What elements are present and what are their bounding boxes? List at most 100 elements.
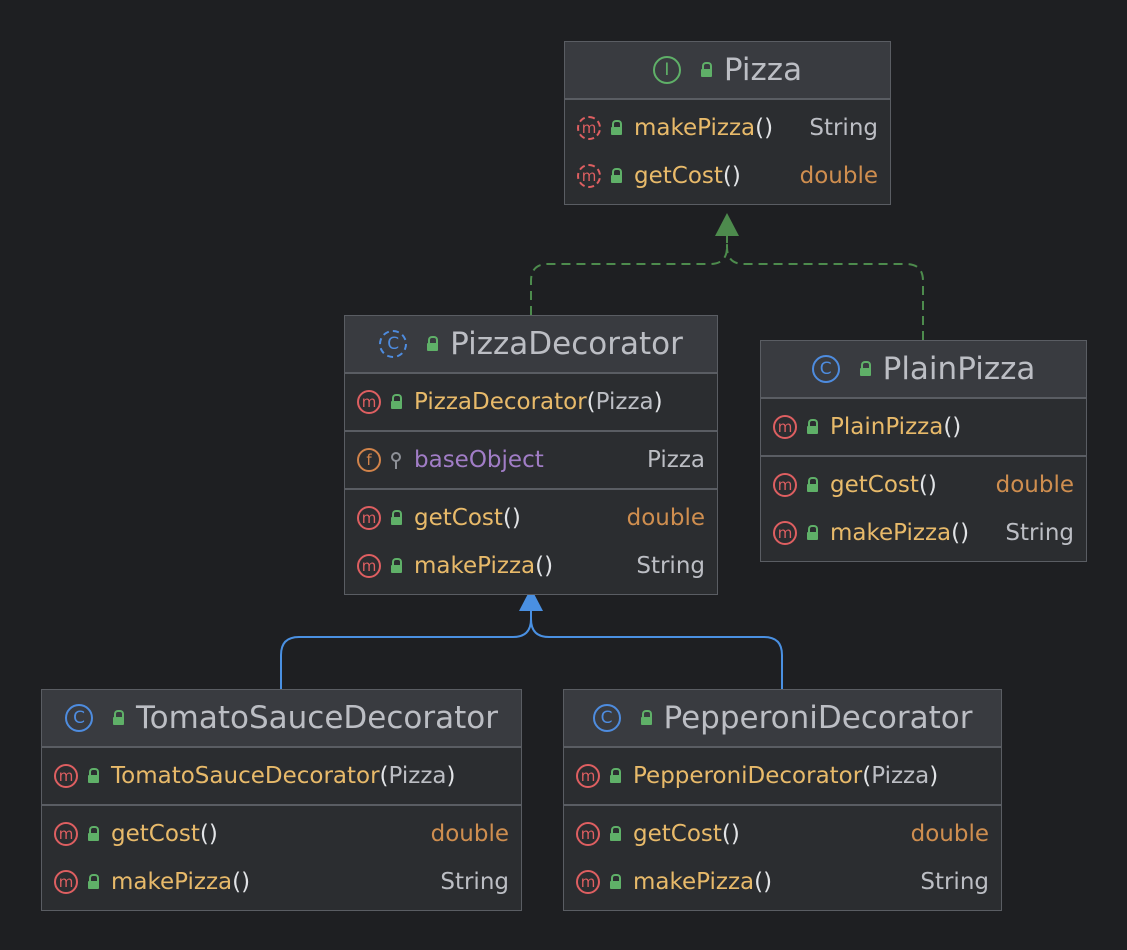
pizza-decorator-node[interactable]: C PizzaDecorator m PizzaDecorator(Pizza)…: [344, 315, 718, 595]
field-icon: f: [357, 448, 381, 472]
constructor-name: PizzaDecorator: [414, 389, 587, 415]
method-row[interactable]: m getCost() double: [42, 810, 521, 858]
public-lock-icon: [608, 874, 623, 890]
public-lock-icon: [609, 120, 624, 136]
pepperoni-decorator-node[interactable]: C PepperoniDecorator m PepperoniDecorato…: [563, 689, 1002, 911]
abstract-method-icon: m: [577, 116, 601, 140]
method-parens: (): [754, 869, 773, 895]
node-title: Pizza: [723, 52, 803, 88]
public-lock-icon: [86, 826, 101, 842]
return-type: double: [430, 821, 509, 847]
private-key-icon: [389, 452, 404, 469]
plain-pizza-node[interactable]: C PlainPizza m PlainPizza() m getCost() …: [760, 340, 1087, 562]
methods-section: m getCost() double m makePizza() String: [345, 490, 717, 594]
public-lock-icon: [699, 62, 714, 78]
public-lock-icon: [858, 361, 873, 377]
method-parens: (): [535, 553, 554, 579]
method-name: getCost: [414, 505, 503, 531]
method-parens: (): [722, 163, 741, 189]
method-name: makePizza: [633, 869, 755, 895]
method-parens: (): [943, 414, 962, 440]
method-name: makePizza: [414, 553, 536, 579]
node-title: PepperoniDecorator: [663, 700, 973, 736]
method-row[interactable]: m getCost() double: [761, 461, 1086, 509]
node-header[interactable]: C PepperoniDecorator: [564, 690, 1001, 748]
method-icon: m: [54, 764, 78, 788]
method-icon: m: [576, 822, 600, 846]
method-row[interactable]: m makePizza() String: [42, 858, 521, 906]
method-icon: m: [773, 473, 797, 497]
close-paren: ): [929, 763, 939, 789]
method-name: getCost: [111, 821, 200, 847]
return-type: String: [809, 115, 878, 141]
method-name: makePizza: [830, 520, 952, 546]
tomato-sauce-decorator-node[interactable]: C TomatoSauceDecorator m TomatoSauceDeco…: [41, 689, 522, 911]
public-lock-icon: [608, 768, 623, 784]
node-header[interactable]: C PlainPizza: [761, 341, 1086, 399]
methods-section: m makePizza() String m getCost() double: [565, 100, 890, 204]
constructor-row[interactable]: m PizzaDecorator(Pizza): [345, 378, 717, 426]
method-parens: (): [502, 505, 521, 531]
method-icon: m: [773, 415, 797, 439]
method-row[interactable]: m getCost() double: [345, 494, 717, 542]
constructor-row[interactable]: m PlainPizza(): [761, 403, 1086, 451]
open-paren: (: [379, 763, 389, 789]
public-lock-icon: [609, 168, 624, 184]
node-header[interactable]: C TomatoSauceDecorator: [42, 690, 521, 748]
class-icon: C: [592, 704, 621, 732]
public-lock-icon: [805, 477, 820, 493]
close-paren: ): [653, 389, 663, 415]
method-parens: (): [951, 520, 970, 546]
method-icon: m: [357, 390, 381, 414]
method-name: getCost: [634, 163, 723, 189]
method-name: getCost: [830, 472, 919, 498]
fields-section: f baseObject Pizza: [345, 432, 717, 490]
return-type: String: [920, 869, 989, 895]
public-lock-icon: [805, 525, 820, 541]
field-type: Pizza: [647, 447, 705, 473]
constructors-section: m PepperoniDecorator(Pizza): [564, 748, 1001, 806]
method-row[interactable]: m getCost() double: [564, 810, 1001, 858]
param-type: Pizza: [871, 763, 930, 789]
public-lock-icon: [389, 558, 404, 574]
param-type: Pizza: [388, 763, 447, 789]
constructor-row[interactable]: m TomatoSauceDecorator(Pizza): [42, 752, 521, 800]
method-icon: m: [576, 764, 600, 788]
extends-edge-pepperonidecorator-pizzadecorator: [530, 610, 783, 689]
return-type: String: [440, 869, 509, 895]
method-icon: m: [773, 521, 797, 545]
constructors-section: m PlainPizza(): [761, 399, 1086, 457]
method-row[interactable]: m makePizza() String: [565, 104, 890, 152]
method-row[interactable]: m makePizza() String: [761, 509, 1086, 557]
public-lock-icon: [389, 510, 404, 526]
constructor-row[interactable]: m PepperoniDecorator(Pizza): [564, 752, 1001, 800]
node-title: TomatoSauceDecorator: [136, 700, 498, 736]
methods-section: m getCost() double m makePizza() String: [42, 806, 521, 910]
method-row[interactable]: m getCost() double: [565, 152, 890, 200]
return-type: String: [636, 553, 705, 579]
method-parens: (): [232, 869, 251, 895]
public-lock-icon: [86, 874, 101, 890]
node-header[interactable]: I Pizza: [565, 42, 890, 100]
method-parens: (): [755, 115, 774, 141]
constructor-name: PlainPizza: [830, 414, 944, 440]
open-paren: (: [586, 389, 596, 415]
method-icon: m: [54, 870, 78, 894]
node-title: PlainPizza: [882, 351, 1036, 387]
interface-icon: I: [652, 56, 681, 84]
method-icon: m: [576, 870, 600, 894]
methods-section: m getCost() double m makePizza() String: [564, 806, 1001, 910]
node-title: PizzaDecorator: [450, 326, 683, 362]
pizza-interface-node[interactable]: I Pizza m makePizza() String m getCost()…: [564, 41, 891, 205]
method-parens: (): [918, 472, 937, 498]
public-lock-icon: [425, 336, 440, 352]
method-row[interactable]: m makePizza() String: [345, 542, 717, 590]
public-lock-icon: [111, 710, 126, 726]
implements-edge-pizzadecorator-pizza: [530, 236, 728, 315]
method-icon: m: [54, 822, 78, 846]
method-row[interactable]: m makePizza() String: [564, 858, 1001, 906]
constructor-name: PepperoniDecorator: [633, 763, 863, 789]
method-name: makePizza: [634, 115, 756, 141]
node-header[interactable]: C PizzaDecorator: [345, 316, 717, 374]
field-row[interactable]: f baseObject Pizza: [345, 436, 717, 484]
